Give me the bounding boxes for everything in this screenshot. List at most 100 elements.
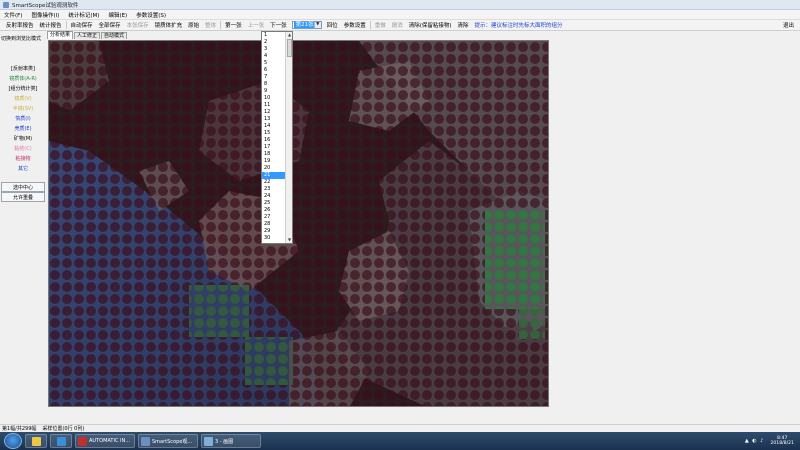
scroll-down-icon[interactable]: ▼: [286, 237, 292, 243]
sidebar-item-0[interactable]: [反射率类]: [1, 64, 45, 74]
dropdown-option[interactable]: 6: [262, 67, 286, 74]
toolbar-button-0[interactable]: 反射率报告: [3, 21, 37, 29]
toolbar-button-4[interactable]: 全部保存: [96, 21, 124, 29]
menu-item-1[interactable]: 图像操作(I): [31, 11, 59, 19]
dropdown-option[interactable]: 29: [262, 228, 286, 235]
dropdown-option[interactable]: 7: [262, 74, 286, 81]
taskbar-app-icon: [204, 436, 213, 446]
exit-button[interactable]: 退出: [780, 21, 797, 29]
dropdown-option[interactable]: 2: [262, 39, 286, 46]
micrograph-view[interactable]: [48, 40, 549, 407]
tab-2[interactable]: 自动模式: [101, 32, 128, 39]
toolbar-after-button-6[interactable]: 清除: [455, 21, 472, 29]
sidebar-item-4[interactable]: 半镜(SV): [1, 104, 45, 114]
toolbar-hint: 提示：建议标注时先标大面积的组分: [474, 23, 563, 29]
image-select-dropdown[interactable]: 1 2 3 4 5 6 7 8 9 10 11 12 13 14 15 16 17 18 19 20 21 22 23 24 2…: [261, 31, 293, 244]
taskbar-item-1[interactable]: [50, 434, 72, 448]
toolbar-button-8[interactable]: 整体: [202, 21, 219, 29]
dropdown-option[interactable]: 9: [262, 88, 286, 95]
toolbar-button-11[interactable]: 上一张: [245, 21, 268, 29]
dropdown-option[interactable]: 10: [262, 95, 286, 102]
tray-icons[interactable]: ▲ ◐ ♪: [745, 438, 765, 444]
clock-date: 2018/8/21: [770, 441, 794, 446]
dropdown-option[interactable]: 1: [262, 32, 286, 39]
dropdown-option[interactable]: 25: [262, 200, 286, 207]
menu-item-3[interactable]: 编辑(E): [108, 11, 127, 19]
dropdown-option[interactable]: 27: [262, 214, 286, 221]
dropdown-option[interactable]: 12: [262, 109, 286, 116]
toolbar-after-button-1[interactable]: 参数设置: [341, 21, 369, 29]
taskbar-item-4[interactable]: 3 - 画图: [201, 434, 261, 448]
dropdown-option[interactable]: 8: [262, 81, 286, 88]
image-select-combo[interactable]: 第21张 ▼: [291, 21, 322, 29]
title-bar: SmartScope试验观测软件: [0, 0, 800, 10]
toolbar-button-3[interactable]: 自动保存: [68, 21, 96, 29]
toolbar-button-12[interactable]: 下一张: [267, 21, 290, 29]
sidebar-item-9[interactable]: 粘接物: [1, 154, 45, 164]
toolbar-button-6[interactable]: 镜质体扩充: [152, 21, 186, 29]
sidebar-item-11[interactable]: 选中中心: [1, 182, 45, 192]
dropdown-options: 1 2 3 4 5 6 7 8 9 10 11 12 13 14 15 16 17 18 19 20 21 22 23 24 2…: [262, 32, 286, 242]
sidebar-item-7[interactable]: 矿物(M): [1, 134, 45, 144]
taskbar-item-label: SmartScope观...: [152, 438, 193, 445]
menu-item-2[interactable]: 统计标记(M): [68, 11, 99, 19]
taskbar-item-3[interactable]: SmartScope观...: [138, 434, 198, 448]
dropdown-option[interactable]: 19: [262, 158, 286, 165]
sidebar-item-1[interactable]: 镜质体(A-R): [1, 74, 45, 84]
dropdown-option[interactable]: 28: [262, 221, 286, 228]
taskbar-item-0[interactable]: [25, 434, 47, 448]
dropdown-option[interactable]: 23: [262, 186, 286, 193]
sidebar-item-12[interactable]: 允许重叠: [1, 192, 45, 202]
chevron-down-icon[interactable]: ▼: [313, 22, 321, 28]
window-title: SmartScope试验观测软件: [12, 2, 79, 9]
taskbar-app-icon: [78, 436, 87, 446]
toolbar-after-button-4[interactable]: 撤消: [389, 21, 406, 29]
sidebar-item-6[interactable]: 壳质(E): [1, 124, 45, 134]
dropdown-option[interactable]: 3: [262, 46, 286, 53]
dropdown-option[interactable]: 17: [262, 144, 286, 151]
start-button[interactable]: [4, 433, 22, 449]
toolbar-button-5[interactable]: 本张保存: [124, 21, 152, 29]
toolbar-button-7[interactable]: 原始: [185, 21, 202, 29]
toolbar-button-1[interactable]: 统计报告: [37, 21, 65, 29]
dropdown-option[interactable]: 24: [262, 193, 286, 200]
dropdown-option[interactable]: 21: [262, 172, 286, 179]
scroll-up-icon[interactable]: ▲: [286, 32, 292, 38]
dropdown-option[interactable]: 13: [262, 116, 286, 123]
taskbar-item-2[interactable]: AUTOMATIC IN...: [75, 434, 135, 448]
clock[interactable]: 8:47 2018/8/21: [770, 436, 794, 447]
tab-1[interactable]: 人工修正: [74, 32, 101, 39]
toolbar-after-button-5[interactable]: 清除(保留粘接物): [406, 21, 455, 29]
dropdown-scrollbar[interactable]: ▲ ▼: [285, 32, 292, 243]
scroll-thumb[interactable]: [287, 39, 292, 57]
toolbar-after-button-0[interactable]: 回位: [324, 21, 341, 29]
status-sample-position: 采样位置(0行 0列): [42, 426, 85, 432]
sidebar-item-2[interactable]: [组分统计类]: [1, 84, 45, 94]
dropdown-option[interactable]: 26: [262, 207, 286, 214]
taskbar-app-icon: [56, 436, 66, 446]
sidebar-item-3[interactable]: 镜质(V): [1, 94, 45, 104]
dropdown-option[interactable]: 20: [262, 165, 286, 172]
dropdown-option[interactable]: 4: [262, 53, 286, 60]
dropdown-option[interactable]: 16: [262, 137, 286, 144]
menu-item-0[interactable]: 文件(F): [4, 11, 22, 19]
toolbar: 反射率报告 统计报告 自动保存 全部保存 本张保存 镜质体扩充 原始 整体 第一张 上一张 下一张第…: [0, 20, 800, 31]
sidebar-item-10[interactable]: 其它: [1, 164, 45, 174]
sidebar: 切换到浏览比模式 [反射率类] 镜质体(A-R) [组分统计类] 镜质(V) 半镜(SV…: [0, 31, 46, 424]
sidebar-item-8[interactable]: 黏结(C): [1, 144, 45, 154]
toolbar-button-10[interactable]: 第一张: [222, 21, 245, 29]
tab-0[interactable]: 分析结果: [47, 31, 74, 39]
dropdown-option[interactable]: 22: [262, 179, 286, 186]
menu-item-4[interactable]: 参数设置(S): [136, 11, 166, 19]
dropdown-option[interactable]: 30: [262, 235, 286, 242]
dropdown-option[interactable]: 11: [262, 102, 286, 109]
sidebar-mode-toggle[interactable]: 切换到浏览比模式: [0, 31, 46, 42]
dropdown-option[interactable]: 15: [262, 130, 286, 137]
toolbar-after-button-3[interactable]: 重做: [372, 21, 389, 29]
dropdown-option[interactable]: 14: [262, 123, 286, 130]
system-tray: ▲ ◐ ♪ 8:47 2018/8/21: [745, 432, 794, 450]
dropdown-option[interactable]: 5: [262, 60, 286, 67]
sidebar-item-5[interactable]: 惰质(I): [1, 114, 45, 124]
dropdown-option[interactable]: 18: [262, 151, 286, 158]
